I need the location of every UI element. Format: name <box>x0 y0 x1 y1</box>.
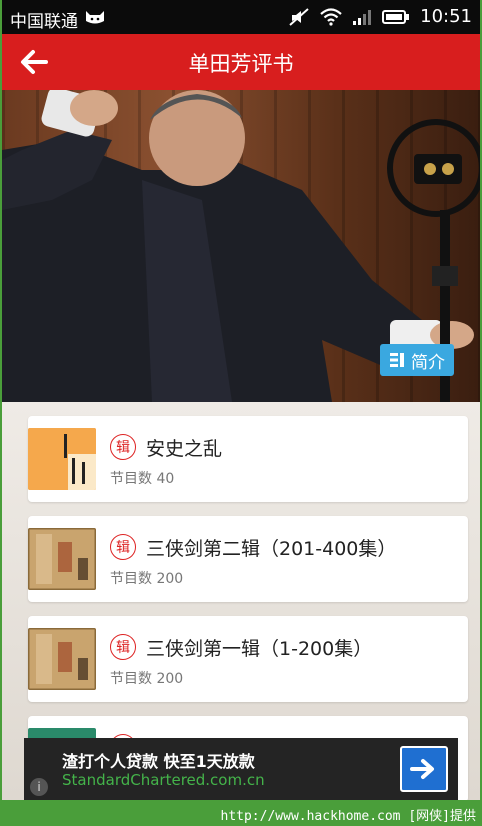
ad-headline: 渣打个人贷款 快至1天放款 <box>62 752 255 771</box>
watermark: http://www.hackhome.com [网侠]提供 <box>220 809 477 824</box>
wifi-icon <box>320 7 342 26</box>
list-icon <box>390 353 404 367</box>
album-badge: 辑 <box>110 534 136 560</box>
ad-open-button[interactable] <box>400 746 448 792</box>
battery-icon <box>382 9 410 24</box>
intro-button[interactable]: 简介 <box>380 344 454 376</box>
status-bar: 中国联通 10:51 <box>2 0 480 34</box>
album-cover <box>28 528 96 590</box>
page-title: 单田芳评书 <box>188 52 294 76</box>
status-icons: 10:51 <box>288 6 472 27</box>
album-title: 三侠剑第一辑（1-200集） <box>146 638 373 660</box>
album-card[interactable]: 辑 三侠剑第二辑（201-400集） 节目数 200 <box>28 516 468 602</box>
album-badge: 辑 <box>110 434 136 460</box>
album-episode-count: 节目数 40 <box>110 471 175 487</box>
album-cover-art <box>28 628 96 690</box>
ad-info-icon[interactable]: i <box>30 778 48 796</box>
app-frame: 中国联通 10:51 单田芳评书 简介 辑 安史之乱 节目数 40 辑 三侠剑第… <box>2 0 480 800</box>
arrow-right-icon <box>410 759 434 779</box>
album-badge: 辑 <box>110 634 136 660</box>
intro-label: 简介 <box>411 352 445 373</box>
status-time: 10:51 <box>420 6 472 27</box>
album-card[interactable]: 辑 三侠剑第一辑（1-200集） 节目数 200 <box>28 616 468 702</box>
ad-url: StandardChartered.com.cn <box>62 771 265 789</box>
signal-icon <box>353 9 372 25</box>
album-card[interactable]: 辑 安史之乱 节目数 40 <box>28 416 468 502</box>
album-title: 安史之乱 <box>146 438 223 460</box>
notification-cat-icon <box>86 11 104 24</box>
app-bar: 单田芳评书 <box>2 34 480 90</box>
album-episode-count: 节目数 200 <box>110 671 184 687</box>
hero-image: 简介 <box>2 90 480 402</box>
album-cover-art <box>28 528 96 590</box>
album-cover <box>28 428 96 490</box>
album-episode-count: 节目数 200 <box>110 571 184 587</box>
album-title: 三侠剑第二辑（201-400集） <box>146 538 397 560</box>
ad-banner[interactable]: 渣打个人贷款 快至1天放款 StandardChartered.com.cn i <box>24 738 458 800</box>
silent-mode-icon <box>289 7 309 26</box>
album-cover-art <box>28 428 96 490</box>
album-cover <box>28 628 96 690</box>
carrier-name: 中国联通 <box>10 12 78 32</box>
